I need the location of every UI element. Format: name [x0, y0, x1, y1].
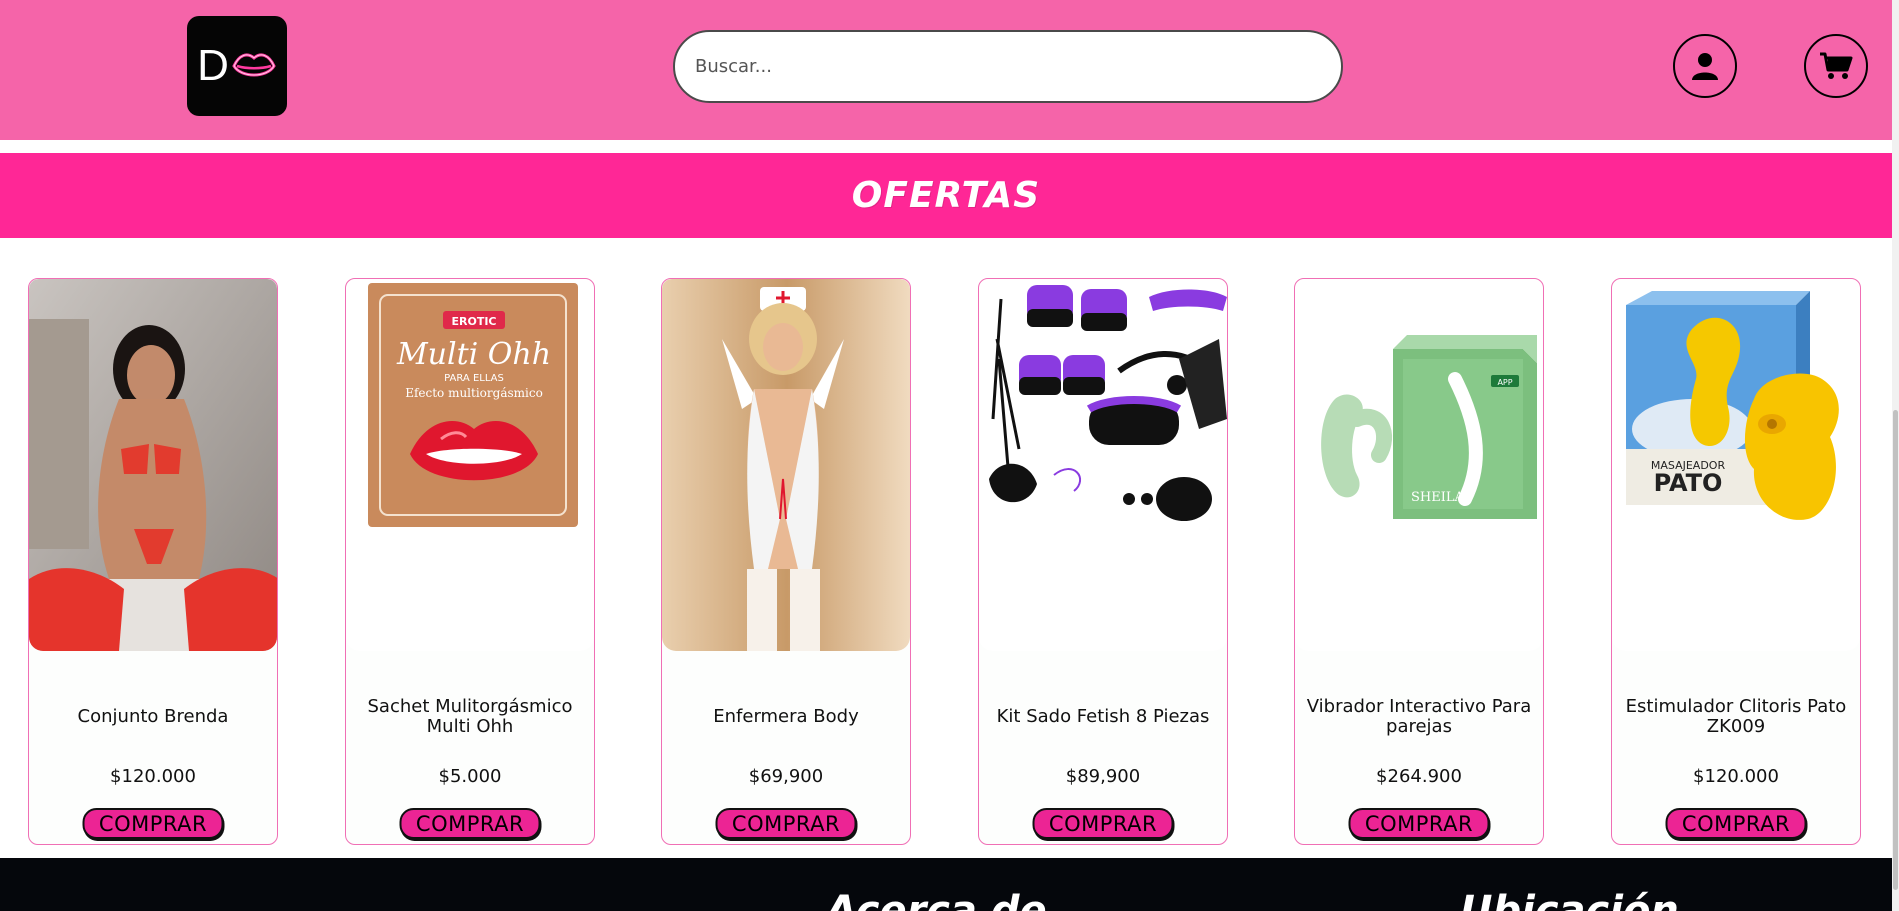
offers-banner: OFERTAS: [0, 153, 1892, 238]
green-vibrator-photo: SHEILA APP: [1295, 279, 1543, 651]
buy-button[interactable]: COMPRAR: [82, 808, 224, 839]
product-price: $264.900: [1376, 766, 1462, 787]
product-price: $5.000: [438, 766, 502, 787]
sachet-title-text: Multi Ohh: [396, 337, 551, 372]
red-lingerie-photo: [29, 279, 277, 651]
nurse-costume-photo: [662, 279, 910, 651]
cart-icon: [1820, 52, 1853, 79]
product-card[interactable]: MASAJEADOR PATO Estimulador Clitoris Pat…: [1611, 278, 1861, 845]
product-price: $120.000: [110, 766, 196, 787]
user-account-button[interactable]: [1673, 34, 1737, 98]
product-card[interactable]: SHEILA APP Vibrador Interactivo Para par…: [1294, 278, 1544, 845]
product-card[interactable]: Enfermera Body $69,900 COMPRAR: [661, 278, 911, 845]
product-price: $120.000: [1693, 766, 1779, 787]
scrollbar-thumb[interactable]: [1893, 410, 1898, 890]
sachet-tagline-text: Efecto multiorgásmico: [405, 386, 543, 400]
product-price: $69,900: [748, 766, 824, 787]
product-image[interactable]: [29, 279, 277, 651]
product-name[interactable]: Vibrador Interactivo Para parejas: [1305, 687, 1533, 747]
multi-ohh-sachet-photo: EROTIC Multi Ohh PARA ELLAS Efecto multi…: [346, 279, 594, 651]
product-image[interactable]: SHEILA APP: [1295, 279, 1543, 651]
product-image[interactable]: MASAJEADOR PATO: [1612, 279, 1860, 651]
product-image[interactable]: EROTIC Multi Ohh PARA ELLAS Efecto multi…: [346, 279, 594, 651]
user-icon: [1692, 53, 1718, 80]
buy-button[interactable]: COMPRAR: [1348, 808, 1490, 839]
site-logo[interactable]: D: [187, 16, 287, 116]
buy-button[interactable]: COMPRAR: [715, 808, 857, 839]
product-name[interactable]: Conjunto Brenda: [39, 687, 267, 747]
sachet-subtitle-text: PARA ELLAS: [444, 373, 504, 384]
product-card[interactable]: Conjunto Brenda $120.000 COMPRAR: [28, 278, 278, 845]
product-name[interactable]: Sachet Mulitorgásmico Multi Ohh: [356, 687, 584, 747]
product-image[interactable]: [979, 279, 1227, 651]
product-name[interactable]: Enfermera Body: [672, 687, 900, 747]
vibrator-brand-text: SHEILA: [1411, 490, 1465, 505]
footer-heading-location: Ubicación: [1460, 888, 1679, 911]
site-header: D: [0, 0, 1892, 140]
page-scrollbar[interactable]: [1892, 0, 1899, 911]
product-card[interactable]: Kit Sado Fetish 8 Piezas $89,900 COMPRAR: [978, 278, 1228, 845]
sachet-brand-text: EROTIC: [451, 315, 496, 328]
product-price: $89,900: [1065, 766, 1141, 787]
yellow-duck-stimulator-photo: MASAJEADOR PATO: [1612, 279, 1860, 651]
footer-heading-about: Acerca de: [826, 888, 1047, 911]
product-name[interactable]: Kit Sado Fetish 8 Piezas: [989, 687, 1217, 747]
vibrator-app-text: APP: [1497, 378, 1512, 387]
fetish-kit-photo: [979, 279, 1227, 651]
search-input[interactable]: [673, 30, 1343, 103]
offers-title: OFERTAS: [851, 175, 1041, 216]
site-footer: Acerca de Ubicación: [0, 858, 1892, 911]
buy-button[interactable]: COMPRAR: [399, 808, 541, 839]
duck-box-line2-text: PATO: [1654, 469, 1723, 497]
neon-lips-icon: [232, 53, 276, 77]
buy-button[interactable]: COMPRAR: [1032, 808, 1174, 839]
product-card[interactable]: EROTIC Multi Ohh PARA ELLAS Efecto multi…: [345, 278, 595, 845]
product-image[interactable]: [662, 279, 910, 651]
cart-button[interactable]: [1804, 34, 1868, 98]
product-name[interactable]: Estimulador Clitoris Pato ZK009: [1622, 687, 1850, 747]
logo-letter: D: [197, 41, 229, 90]
buy-button[interactable]: COMPRAR: [1665, 808, 1807, 839]
